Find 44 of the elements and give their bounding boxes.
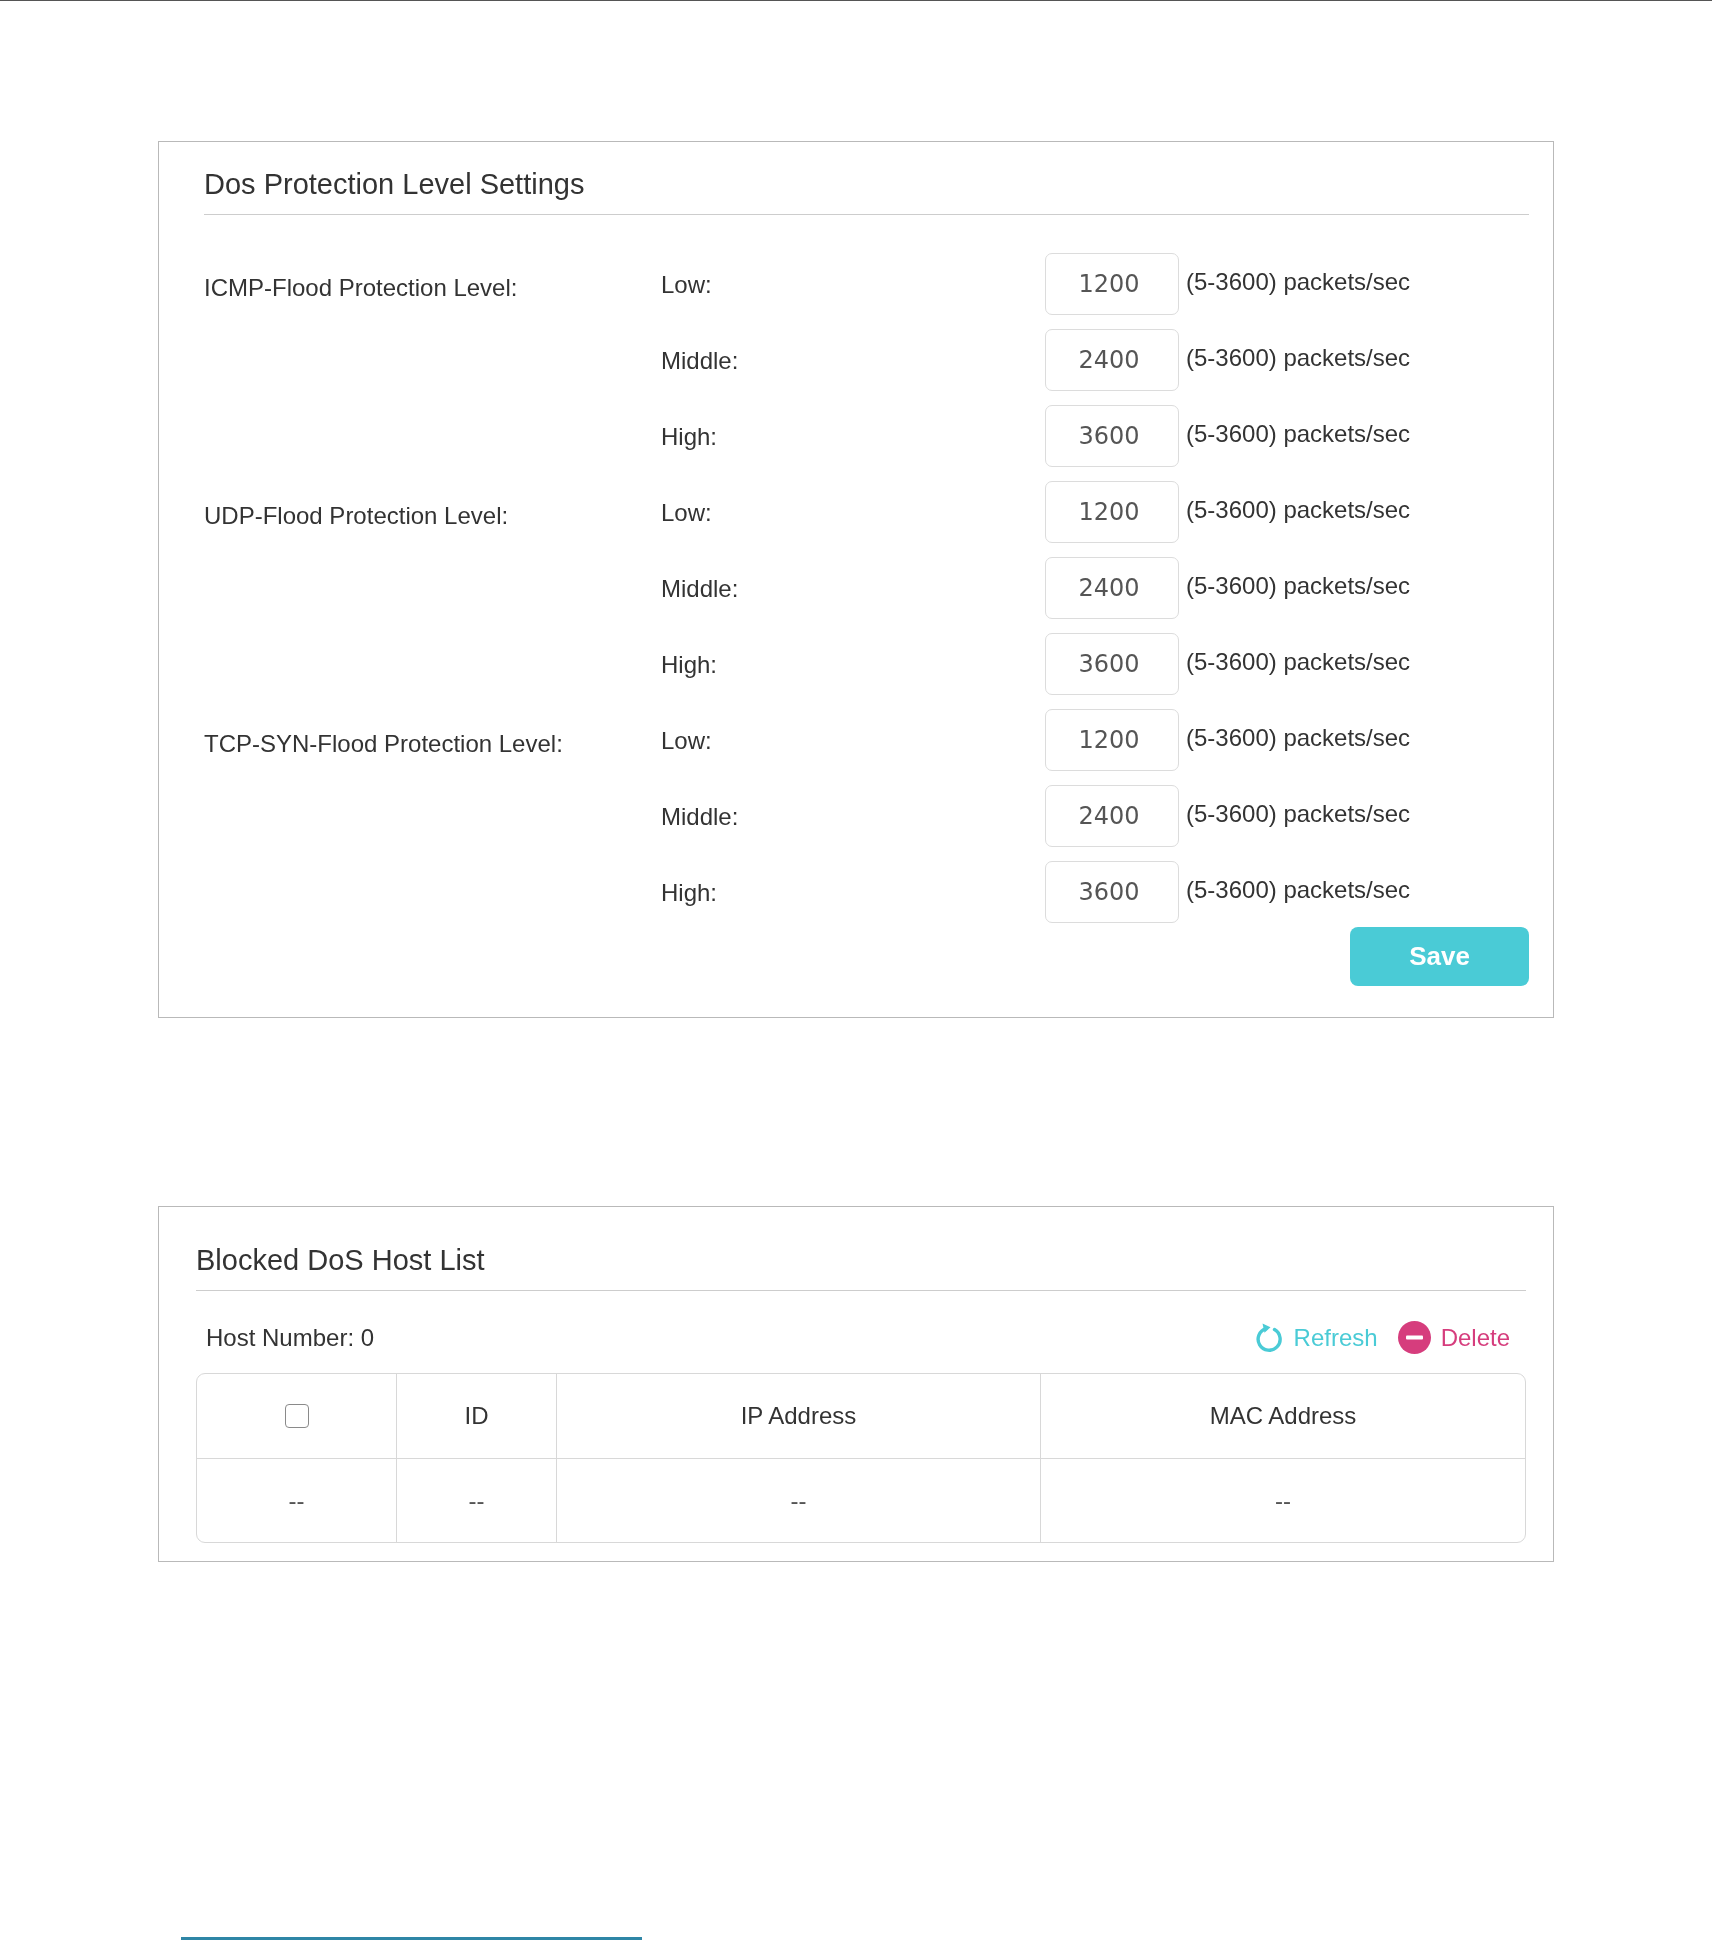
table-cell: -- bbox=[557, 1459, 1041, 1542]
range-hint: (5-3600) packets/sec bbox=[1186, 722, 1411, 752]
table-cell: -- bbox=[397, 1459, 557, 1542]
column-header: MAC Address bbox=[1041, 1374, 1525, 1459]
level-label: Middle: bbox=[661, 345, 739, 375]
level-label: Middle: bbox=[661, 573, 739, 603]
level-label: Low: bbox=[661, 269, 712, 299]
level-label: High: bbox=[661, 421, 718, 451]
column-header: IP Address bbox=[557, 1374, 1041, 1459]
level-label: Low: bbox=[661, 725, 712, 755]
range-hint: (5-3600) packets/sec bbox=[1186, 494, 1411, 524]
section-title: Blocked DoS Host List bbox=[196, 1243, 485, 1277]
level-label: Middle: bbox=[661, 801, 739, 831]
refresh-icon bbox=[1253, 1322, 1284, 1352]
input-field[interactable]: 1200 bbox=[1045, 481, 1179, 543]
protection-level-label: UDP-Flood Protection Level: bbox=[204, 500, 509, 530]
input-field[interactable]: 2400 bbox=[1045, 785, 1179, 847]
input-field[interactable]: 3600 bbox=[1045, 633, 1179, 695]
input-field[interactable]: 1200 bbox=[1045, 709, 1179, 771]
protection-level-label: TCP-SYN-Flood Protection Level: bbox=[204, 728, 563, 758]
input-field[interactable]: 1200 bbox=[1045, 253, 1179, 315]
host-count-label: Host Number: 0 bbox=[206, 1322, 375, 1352]
range-hint: (5-3600) packets/sec bbox=[1186, 266, 1411, 296]
input-field[interactable]: 3600 bbox=[1045, 861, 1179, 923]
section-title: Dos Protection Level Settings bbox=[204, 167, 585, 201]
delete-icon bbox=[1397, 1320, 1431, 1354]
level-label: High: bbox=[661, 877, 718, 907]
protection-level-label: ICMP-Flood Protection Level: bbox=[204, 272, 518, 302]
checkbox[interactable] bbox=[284, 1404, 309, 1428]
input-field[interactable]: 2400 bbox=[1045, 557, 1179, 619]
range-hint: (5-3600) packets/sec bbox=[1186, 646, 1411, 676]
level-label: Low: bbox=[661, 497, 712, 527]
table-cell-text: -- bbox=[1274, 1485, 1292, 1516]
input-field[interactable]: 2400 bbox=[1045, 329, 1179, 391]
range-hint: (5-3600) packets/sec bbox=[1186, 874, 1411, 904]
delete-button[interactable]: Delete bbox=[1397, 1320, 1510, 1354]
level-label: High: bbox=[661, 649, 718, 679]
range-hint: (5-3600) packets/sec bbox=[1186, 342, 1411, 372]
input-field[interactable]: 3600 bbox=[1045, 405, 1179, 467]
range-hint: (5-3600) packets/sec bbox=[1186, 798, 1411, 828]
range-hint: (5-3600) packets/sec bbox=[1186, 570, 1411, 600]
column-header: ID bbox=[397, 1374, 557, 1459]
table-cell: -- bbox=[197, 1459, 397, 1542]
range-hint: (5-3600) packets/sec bbox=[1186, 418, 1411, 448]
